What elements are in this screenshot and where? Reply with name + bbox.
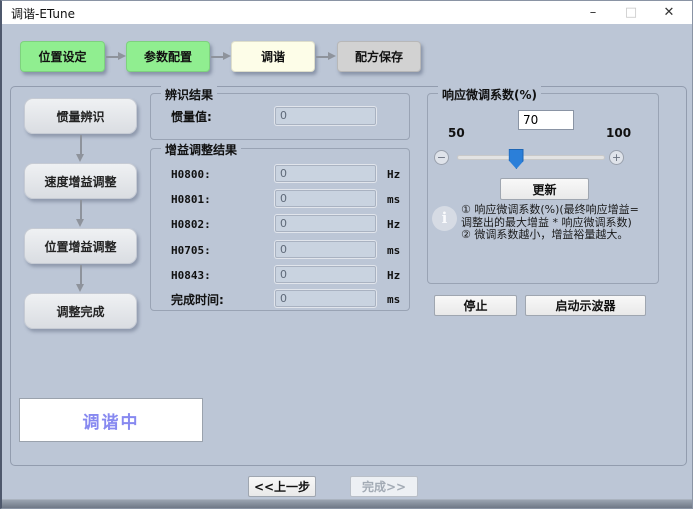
nav-position-gain-adjust[interactable]: 位置增益调整 — [24, 228, 137, 264]
gain-row-label: H0802: — [171, 218, 211, 231]
gain-row-label: H0801: — [171, 193, 211, 206]
step-parameter-config[interactable]: 参数配置 — [126, 41, 210, 72]
plus-icon[interactable]: + — [609, 150, 624, 165]
back-button[interactable]: <<上一步 — [248, 476, 316, 497]
slider-max-label: 100 — [606, 126, 631, 140]
note-line: ① 响应微调系数(%)(最终响应增益= — [461, 204, 655, 217]
response-tune-group: 响应微调系数(%) 50 100 − + 更新 i ① 响应微调系数(%)(最终… — [427, 93, 659, 284]
finish-time-label: 完成时间: — [171, 291, 224, 308]
gain-row-label: H0843: — [171, 269, 211, 282]
window-bottom-edge — [2, 499, 692, 508]
down-arrow-icon — [76, 265, 85, 292]
inertia-label: 惯量值: — [171, 108, 212, 125]
slider-thumb[interactable] — [509, 149, 524, 169]
gain-row-field: 0 — [275, 190, 376, 207]
start-oscilloscope-button[interactable]: 启动示波器 — [525, 295, 646, 316]
down-arrow-icon — [76, 200, 85, 227]
titlebar: 调谐-ETune – □ ✕ — [2, 1, 692, 24]
right-arrow-icon — [211, 52, 231, 61]
step-tuning[interactable]: 调谐 — [231, 41, 315, 72]
window-controls: – □ ✕ — [574, 1, 688, 24]
gain-row-unit: Hz — [387, 218, 400, 231]
tune-value-input[interactable] — [518, 110, 574, 130]
gain-group-title: 增益调整结果 — [161, 141, 241, 158]
step-position-setting[interactable]: 位置设定 — [20, 41, 105, 72]
slider-track[interactable] — [457, 155, 605, 160]
gain-row-unit: ms — [387, 293, 400, 306]
gain-row-label: H0705: — [171, 244, 211, 257]
gain-row-label: H0800: — [171, 168, 211, 181]
etune-window: 调谐-ETune – □ ✕ 位置设定 参数配置 调谐 配方保存 惯量辨识 速度… — [0, 0, 693, 509]
right-arrow-icon — [106, 52, 126, 61]
slider-min-label: 50 — [448, 126, 465, 140]
gain-result-group: 增益调整结果 H0800: 0 Hz H0801: 0 ms H0802: 0 … — [150, 148, 410, 311]
close-icon[interactable]: ✕ — [650, 1, 688, 24]
down-arrow-icon — [76, 135, 85, 162]
tune-notes: ① 响应微调系数(%)(最终响应增益= 调整出的最大增益 * 响应微调系数) ②… — [461, 204, 655, 242]
maximize-icon[interactable]: □ — [612, 1, 650, 24]
minimize-icon[interactable]: – — [574, 1, 612, 24]
gain-row-field: 0 — [275, 290, 376, 307]
gain-row-field: 0 — [275, 215, 376, 232]
stop-button[interactable]: 停止 — [434, 295, 517, 316]
identify-group-title: 辨识结果 — [161, 86, 217, 103]
gain-row-field: 0 — [275, 241, 376, 258]
nav-inertia-identify[interactable]: 惯量辨识 — [24, 98, 137, 134]
gain-row-unit: ms — [387, 244, 400, 257]
tune-group-title: 响应微调系数(%) — [438, 86, 541, 103]
gain-row-field: 0 — [275, 165, 376, 182]
note-line: ② 微调系数越小，增益裕量越大。 — [461, 229, 655, 242]
finish-button[interactable]: 完成>> — [350, 476, 418, 497]
identify-result-group: 辨识结果 惯量值: 0 — [150, 93, 410, 140]
window-title: 调谐-ETune — [11, 5, 75, 22]
step-recipe-save[interactable]: 配方保存 — [337, 41, 421, 72]
gain-row-unit: Hz — [387, 269, 400, 282]
status-box: 调谐中 — [19, 398, 203, 442]
gain-row-field: 0 — [275, 266, 376, 283]
minus-icon[interactable]: − — [434, 150, 449, 165]
info-icon: i — [432, 206, 457, 231]
nav-adjust-complete[interactable]: 调整完成 — [24, 293, 137, 329]
inertia-value-field: 0 — [275, 107, 376, 125]
gain-row-unit: ms — [387, 193, 400, 206]
status-text: 调谐中 — [83, 408, 140, 433]
gain-row-unit: Hz — [387, 168, 400, 181]
right-arrow-icon — [316, 52, 336, 61]
update-button[interactable]: 更新 — [500, 178, 589, 200]
nav-speed-gain-adjust[interactable]: 速度增益调整 — [24, 163, 137, 199]
